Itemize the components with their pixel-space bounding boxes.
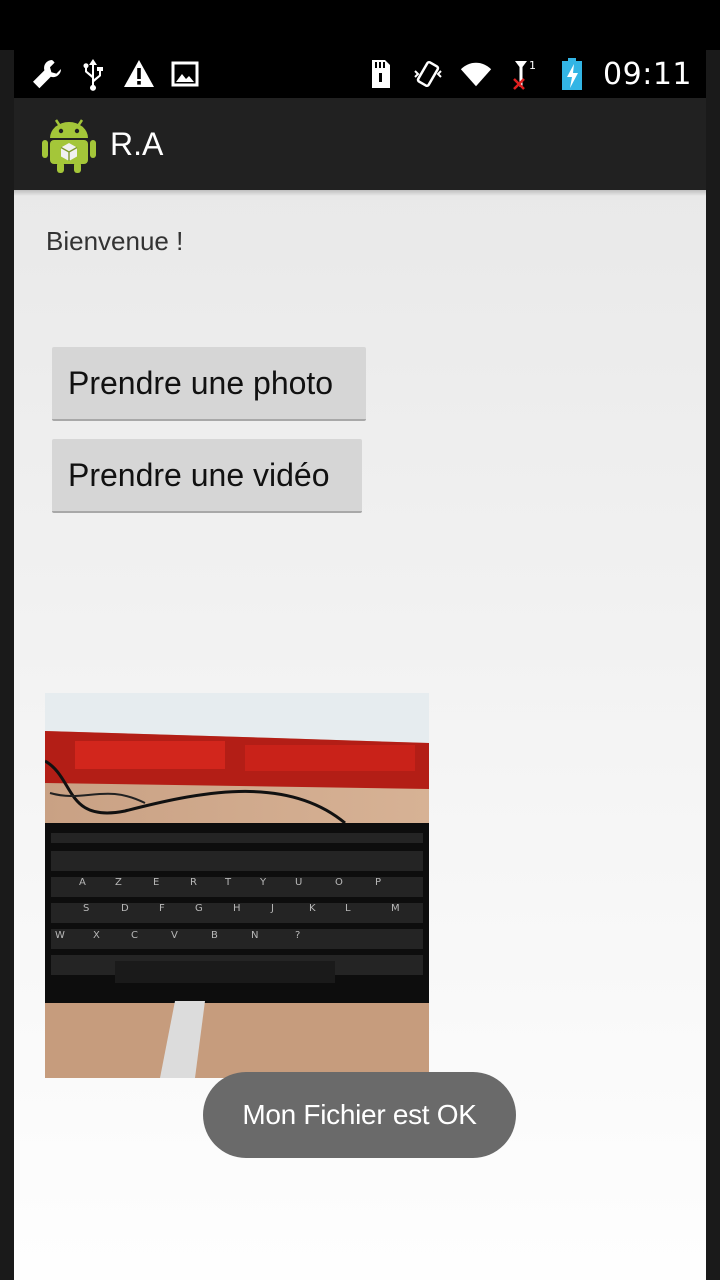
- svg-text:C: C: [131, 930, 138, 941]
- svg-text:U: U: [295, 877, 302, 888]
- usb-icon: [76, 57, 110, 91]
- android-icon[interactable]: [42, 114, 96, 174]
- no-signal-icon: 1: [507, 57, 541, 91]
- svg-text:D: D: [121, 903, 129, 914]
- vibrate-icon: [411, 57, 445, 91]
- warning-icon: [122, 57, 156, 91]
- svg-text:W: W: [55, 930, 65, 941]
- status-left-icons: [14, 57, 202, 91]
- svg-text:T: T: [224, 877, 232, 888]
- action-bar: R.A: [14, 98, 706, 190]
- status-right-icons: 1 09:11: [363, 57, 706, 92]
- svg-text:X: X: [93, 930, 100, 941]
- svg-text:K: K: [309, 903, 316, 914]
- wifi-icon: [459, 57, 493, 91]
- main-content: Bienvenue ! Prendre une photo Prendre un…: [14, 190, 706, 1280]
- welcome-text: Bienvenue !: [46, 226, 184, 256]
- svg-text:A: A: [79, 877, 86, 888]
- svg-text:N: N: [251, 930, 258, 941]
- battery-charging-icon: [555, 57, 589, 91]
- svg-text:O: O: [335, 877, 343, 888]
- wrench-icon: [30, 57, 64, 91]
- app-title: R.A: [110, 125, 164, 162]
- sd-card-icon: [363, 57, 397, 91]
- svg-text:1: 1: [529, 59, 536, 72]
- svg-text:H: H: [233, 903, 241, 914]
- right-border: [706, 50, 720, 1280]
- status-bar: 1 09:11: [14, 50, 706, 98]
- preview-image: A Z E R T Y U O P S D F G H J K L M W X C V B N ?: [45, 693, 429, 1078]
- toast-message: Mon Fichier est OK: [203, 1072, 516, 1158]
- svg-text:P: P: [375, 877, 381, 888]
- take-video-button[interactable]: Prendre une vidéo: [52, 439, 362, 513]
- svg-text:R: R: [190, 877, 197, 888]
- svg-text:Z: Z: [115, 877, 122, 888]
- svg-text:F: F: [159, 903, 165, 914]
- left-border: [0, 50, 14, 1280]
- svg-text:J: J: [270, 903, 274, 914]
- svg-text:M: M: [391, 903, 400, 914]
- svg-text:?: ?: [295, 930, 300, 941]
- take-photo-button[interactable]: Prendre une photo: [52, 347, 366, 421]
- svg-text:E: E: [153, 877, 159, 888]
- svg-text:V: V: [171, 930, 178, 941]
- image-icon: [168, 57, 202, 91]
- svg-text:G: G: [195, 903, 203, 914]
- svg-text:Y: Y: [259, 877, 267, 888]
- top-border: [0, 0, 720, 50]
- svg-text:L: L: [345, 903, 351, 914]
- svg-text:B: B: [211, 930, 218, 941]
- status-clock: 09:11: [603, 56, 692, 92]
- svg-text:S: S: [83, 903, 89, 914]
